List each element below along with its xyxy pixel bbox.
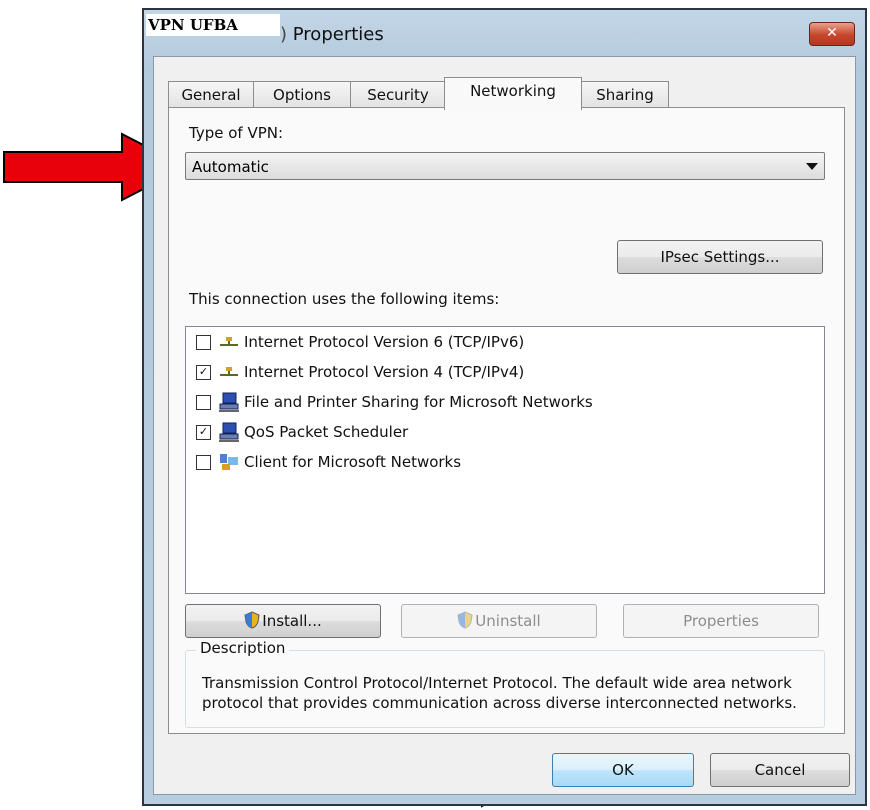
vpn-type-value: Automatic (192, 158, 269, 176)
list-item[interactable]: Internet Protocol Version 6 (TCP/IPv6) (196, 329, 796, 355)
title-bar: VPN UFBA ) Properties ✕ (144, 10, 865, 62)
window-title-overlay: VPN UFBA (146, 14, 280, 36)
list-item[interactable]: ✓ QoS Packet Scheduler (196, 419, 796, 445)
network-protocol-icon (220, 337, 238, 346)
uac-shield-icon (457, 611, 473, 629)
checkbox-checked[interactable]: ✓ (196, 365, 211, 380)
list-item-label: File and Printer Sharing for Microsoft N… (244, 393, 593, 411)
tab-options[interactable]: Options (253, 81, 351, 108)
computer-network-icon (219, 422, 239, 442)
components-list[interactable]: Internet Protocol Version 6 (TCP/IPv6) ✓… (185, 326, 825, 594)
ipsec-settings-button[interactable]: IPsec Settings... (617, 240, 823, 274)
tab-networking[interactable]: Networking (444, 77, 582, 110)
window-title-suffix: Properties (292, 24, 384, 45)
title-partial-glyph: ) (280, 24, 288, 45)
dialog-client-area: General Options Security Networking Shar… (153, 56, 856, 795)
list-item-label: Client for Microsoft Networks (244, 453, 462, 471)
vpn-type-label: Type of VPN: (189, 124, 284, 142)
description-legend: Description (196, 639, 290, 657)
checkbox[interactable] (196, 395, 211, 410)
description-text: Transmission Control Protocol/Internet P… (202, 674, 797, 712)
list-item[interactable]: File and Printer Sharing for Microsoft N… (196, 389, 796, 415)
uninstall-button[interactable]: Uninstall (401, 604, 597, 638)
checkbox[interactable] (196, 335, 211, 350)
network-client-icon (220, 454, 238, 470)
tab-sharing[interactable]: Sharing (581, 81, 669, 108)
list-item[interactable]: ✓ Internet Protocol Version 4 (TCP/IPv4) (196, 359, 796, 385)
computer-network-icon (219, 392, 239, 412)
close-button[interactable]: ✕ (809, 22, 855, 46)
checkbox-checked[interactable]: ✓ (196, 425, 211, 440)
uac-shield-icon (244, 611, 260, 629)
list-item-label: Internet Protocol Version 4 (TCP/IPv4) (244, 363, 525, 381)
ok-button[interactable]: OK (552, 753, 694, 787)
window-title: ) Properties (280, 24, 384, 45)
tab-general[interactable]: General (168, 81, 254, 108)
properties-button[interactable]: Properties (623, 604, 819, 638)
network-protocol-icon (220, 367, 238, 376)
checkbox[interactable] (196, 455, 211, 470)
vpn-type-dropdown[interactable]: Automatic (185, 152, 825, 180)
items-heading: This connection uses the following items… (189, 290, 500, 308)
install-label: Install... (262, 612, 322, 630)
list-item-label: Internet Protocol Version 6 (TCP/IPv6) (244, 333, 525, 351)
description-group: Description Transmission Control Protoco… (185, 639, 825, 728)
networking-tab-panel: Type of VPN: Automatic IPsec Settings...… (168, 107, 845, 734)
list-item[interactable]: Client for Microsoft Networks (196, 449, 796, 475)
install-button[interactable]: Install... (185, 604, 381, 638)
tab-security[interactable]: Security (350, 81, 446, 108)
uninstall-label: Uninstall (475, 612, 541, 630)
vpn-properties-dialog: VPN UFBA ) Properties ✕ General Options … (142, 8, 867, 806)
cancel-button[interactable]: Cancel (710, 753, 850, 787)
list-item-label: QoS Packet Scheduler (244, 423, 409, 441)
chevron-down-icon (806, 163, 818, 170)
